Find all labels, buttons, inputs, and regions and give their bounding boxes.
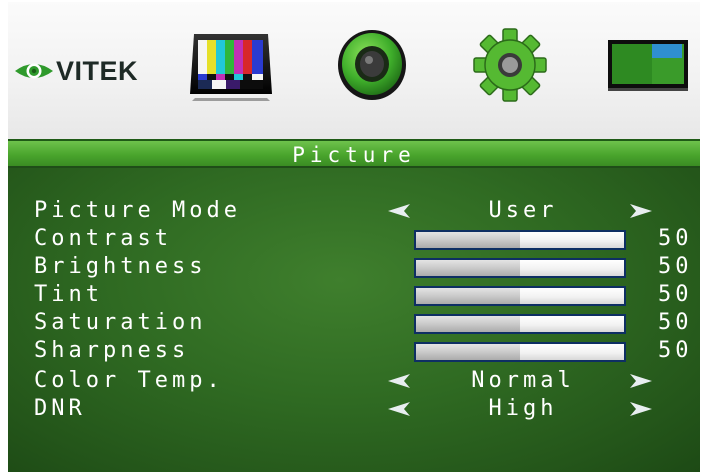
menu-row-contrast[interactable]: Contrast 50 — [8, 225, 700, 253]
eye-logo-icon — [14, 60, 54, 82]
option-value: User — [488, 198, 558, 223]
slider-fill — [416, 344, 520, 360]
sharpness-slider[interactable] — [414, 342, 626, 362]
brightness-slider[interactable] — [414, 258, 626, 278]
menu-row-picture-mode[interactable]: Picture Mode User — [8, 197, 700, 225]
menu-item-label: Brightness — [34, 254, 207, 279]
menu-row-sharpness[interactable]: Sharpness 50 — [8, 337, 700, 365]
menu-row-dnr[interactable]: DNR High — [8, 395, 700, 423]
picture-menu-icon[interactable] — [188, 32, 274, 102]
slider-value: 50 — [658, 254, 693, 279]
slider-fill — [416, 260, 520, 276]
slider-fill — [416, 232, 520, 248]
menu-item-label: Contrast — [34, 226, 172, 251]
brand-name: VITEK — [56, 55, 139, 86]
arrow-left-icon[interactable] — [388, 402, 410, 416]
menu-item-label: Color Temp. — [34, 368, 224, 393]
menu-row-saturation[interactable]: Saturation 50 — [8, 309, 700, 337]
saturation-slider[interactable] — [414, 314, 626, 334]
slider-value: 50 — [658, 282, 693, 307]
screen-menu-icon[interactable] — [608, 40, 688, 92]
menu-title-bar: Picture — [8, 141, 700, 168]
arrow-right-icon[interactable] — [630, 374, 652, 388]
menu-item-label: Picture Mode — [34, 198, 241, 223]
menu-item-label: DNR — [34, 396, 86, 421]
menu-item-label: Sharpness — [34, 338, 190, 363]
arrow-left-icon[interactable] — [388, 204, 410, 218]
top-menu-bar: VITEK — [8, 2, 700, 142]
option-value: High — [488, 396, 558, 421]
arrow-right-icon[interactable] — [630, 402, 652, 416]
contrast-slider[interactable] — [414, 230, 626, 250]
tint-slider[interactable] — [414, 286, 626, 306]
slider-value: 50 — [658, 310, 693, 335]
menu-item-label: Tint — [34, 282, 103, 307]
picture-menu-panel: Picture Picture Mode User Contrast 50 Br… — [8, 139, 700, 472]
menu-item-label: Saturation — [34, 310, 207, 335]
slider-fill — [416, 316, 520, 332]
sound-menu-icon[interactable] — [334, 24, 410, 104]
arrow-right-icon[interactable] — [630, 204, 652, 218]
slider-fill — [416, 288, 520, 304]
arrow-left-icon[interactable] — [388, 374, 410, 388]
option-value: Normal — [471, 368, 575, 393]
menu-title: Picture — [292, 143, 416, 167]
slider-value: 50 — [658, 338, 693, 363]
menu-row-tint[interactable]: Tint 50 — [8, 281, 700, 309]
menu-row-brightness[interactable]: Brightness 50 — [8, 253, 700, 281]
setup-menu-icon[interactable] — [471, 26, 549, 104]
menu-row-color-temp[interactable]: Color Temp. Normal — [8, 367, 700, 395]
brand-logo: VITEK — [14, 54, 138, 88]
slider-value: 50 — [658, 226, 693, 251]
tv-osd-screen: VITEK Picture Picture Mode User Contrast… — [0, 0, 704, 475]
